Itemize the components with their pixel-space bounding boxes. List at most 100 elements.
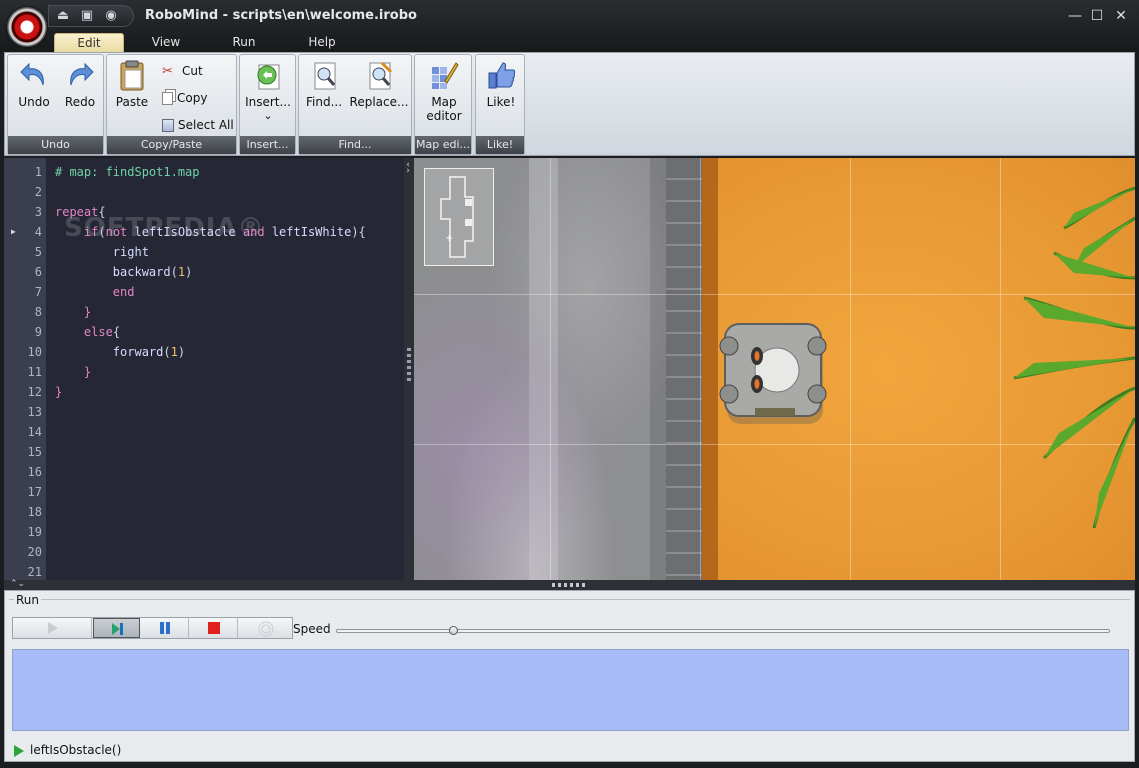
find-button[interactable]: Find... xyxy=(303,59,345,109)
undo-label: Undo xyxy=(18,95,50,109)
code-editor[interactable]: 123456789101112131415161718192021 # map:… xyxy=(4,158,404,580)
line-number: 13 xyxy=(27,405,42,419)
step-button[interactable] xyxy=(93,618,140,638)
undo-button[interactable]: Undo xyxy=(14,59,54,109)
tab-view[interactable]: View xyxy=(136,33,196,53)
minimap[interactable]: + xyxy=(424,168,494,266)
code-line: else{ xyxy=(55,322,120,342)
world-map-view[interactable]: + xyxy=(414,158,1135,580)
map-editor-icon xyxy=(432,62,459,89)
paste-button[interactable]: Paste xyxy=(111,59,153,109)
like-button[interactable]: Like! xyxy=(480,59,522,109)
undo-group-caption: Undo xyxy=(8,136,103,154)
line-number: 20 xyxy=(27,545,42,559)
robot-icon xyxy=(719,323,827,424)
stop-button[interactable] xyxy=(190,618,238,638)
line-number: 7 xyxy=(34,285,42,299)
map-editor-label-1: Map xyxy=(431,95,457,109)
line-number: 1 xyxy=(34,165,42,179)
copy-button[interactable]: Copy xyxy=(162,88,207,108)
code-token: right xyxy=(112,245,149,259)
code-token: } xyxy=(83,365,92,379)
select-all-icon xyxy=(162,119,174,132)
code-token: # map: findSpot1.map xyxy=(55,165,200,179)
code-token: forward xyxy=(112,345,164,359)
svg-text:+: + xyxy=(445,233,453,244)
code-token: ) xyxy=(185,265,193,279)
cut-button[interactable]: ✂ Cut xyxy=(162,61,203,81)
line-number: 18 xyxy=(27,505,42,519)
like-group: Like! Like! xyxy=(475,54,525,155)
code-line: end xyxy=(55,282,135,302)
pause-button[interactable] xyxy=(141,618,189,638)
output-console[interactable] xyxy=(12,649,1129,731)
title-bar: ⏏ ▣ ◉ RoboMind - scripts\en\welcome.irob… xyxy=(0,0,1139,53)
line-number: 5 xyxy=(34,245,42,259)
record-button[interactable] xyxy=(239,618,292,638)
map-editor-button[interactable]: Map editor xyxy=(419,59,469,123)
run-controls xyxy=(12,617,293,639)
line-number: 11 xyxy=(27,365,42,379)
splitter-grip[interactable] xyxy=(407,348,411,382)
palm-tree-icon xyxy=(1013,186,1135,529)
map-editor-group-caption: Map edi... xyxy=(415,136,471,154)
find-group-caption: Find... xyxy=(299,136,411,154)
replace-button[interactable]: Replace... xyxy=(349,59,409,109)
replace-icon xyxy=(369,61,393,90)
play-button[interactable] xyxy=(13,618,92,638)
line-number: 2 xyxy=(34,185,42,199)
pause-icon xyxy=(159,622,170,634)
play-indicator-icon xyxy=(14,744,24,757)
select-all-button[interactable]: Select All xyxy=(162,115,234,135)
open-icon[interactable]: ⏏ xyxy=(55,9,71,23)
speed-label: Speed xyxy=(293,622,331,636)
collapse-toggle-icon[interactable]: ⌃⌄ xyxy=(10,579,25,589)
speed-slider-thumb[interactable] xyxy=(449,626,459,635)
code-line: forward(1) xyxy=(55,342,185,362)
copy-icon xyxy=(162,92,173,105)
play-icon xyxy=(48,622,58,634)
line-number: 4 xyxy=(4,222,46,242)
close-button[interactable]: ✕ xyxy=(1110,6,1132,26)
web-icon[interactable]: ◉ xyxy=(103,9,119,23)
insert-dropdown-icon[interactable]: ⌄ xyxy=(244,110,292,121)
like-group-caption: Like! xyxy=(476,136,524,154)
replace-label: Replace... xyxy=(349,95,409,109)
code-token: } xyxy=(55,385,63,399)
cut-label: Cut xyxy=(182,64,203,78)
code-token: else xyxy=(83,325,113,339)
find-label: Find... xyxy=(305,95,343,109)
undo-group: Undo Redo Undo xyxy=(7,54,104,155)
insert-button[interactable]: Insert... ⌄ xyxy=(244,59,292,121)
horizontal-splitter[interactable]: ⌃⌄ xyxy=(4,579,1135,590)
vertical-splitter[interactable] xyxy=(404,158,414,580)
code-token: ( xyxy=(170,265,178,279)
line-number: 19 xyxy=(27,525,42,539)
code-line: right xyxy=(55,242,149,262)
tab-help[interactable]: Help xyxy=(292,33,352,53)
run-panel-label: Run xyxy=(14,593,42,607)
redo-button[interactable]: Redo xyxy=(60,59,100,109)
speed-slider[interactable] xyxy=(336,626,1110,635)
save-icon[interactable]: ▣ xyxy=(79,9,95,23)
app-menu-orb[interactable] xyxy=(7,7,47,47)
insert-label: Insert... xyxy=(245,95,291,109)
tab-edit[interactable]: Edit xyxy=(54,33,124,53)
watermark: SOFTPEDIA® xyxy=(64,213,265,243)
splitter-grip[interactable] xyxy=(552,583,586,587)
minimize-button[interactable]: — xyxy=(1064,6,1086,26)
window-title: RoboMind - scripts\en\welcome.irobo xyxy=(145,8,417,23)
insert-group-caption: Insert... xyxy=(240,136,295,154)
code-token: 1 xyxy=(177,265,186,279)
line-number: 12 xyxy=(27,385,42,399)
record-icon xyxy=(258,621,273,637)
collapse-arrows-icon[interactable]: ‹ › xyxy=(405,161,411,176)
tab-run[interactable]: Run xyxy=(214,33,274,53)
code-token: ){ xyxy=(351,225,366,239)
maximize-button[interactable]: ☐ xyxy=(1086,6,1108,26)
